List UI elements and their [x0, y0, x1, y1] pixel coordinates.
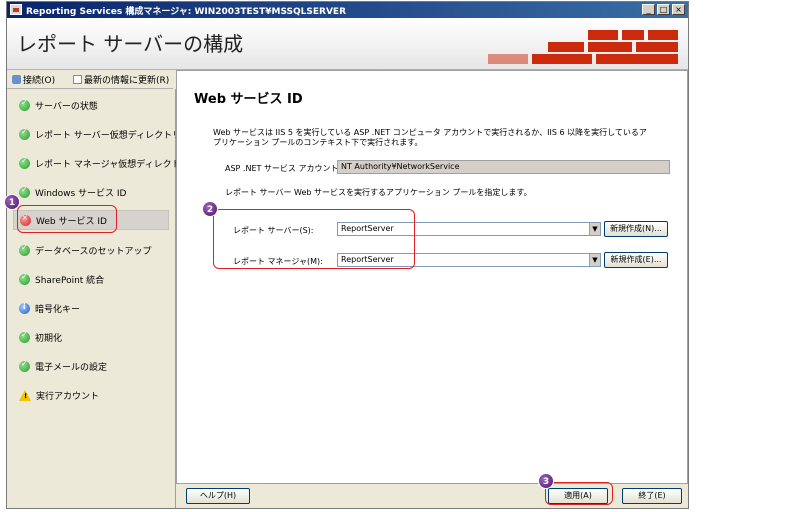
sidebar-item-execution-account[interactable]: 実行アカウント	[13, 385, 169, 405]
title-bar[interactable]: Reporting Services 構成マネージャ: WIN2003TEST¥…	[7, 2, 688, 18]
header-banner: レポート サーバーの構成	[7, 18, 688, 70]
description-text: Web サービスは IIS 5 を実行している ASP .NET コンピュータ …	[213, 128, 647, 147]
callout-badge-3: 3	[538, 473, 554, 489]
ok-icon	[19, 127, 30, 140]
page-title: レポート サーバーの構成	[17, 32, 244, 56]
asp-account-field: NT Authority¥NetworkService	[337, 160, 670, 174]
chevron-down-icon[interactable]: ▼	[589, 254, 600, 266]
brand-graphic	[488, 30, 678, 64]
warning-icon	[19, 389, 31, 401]
chevron-down-icon[interactable]: ▼	[589, 223, 600, 235]
callout-badge-1: 1	[4, 194, 20, 210]
window-title: Reporting Services 構成マネージャ: WIN2003TEST¥…	[26, 7, 347, 17]
ok-icon	[19, 185, 30, 198]
ok-icon	[19, 330, 30, 343]
sidebar-item-report-manager-vdir[interactable]: レポート マネージャ仮想ディレクトリ	[13, 153, 190, 173]
sidebar-item-sharepoint[interactable]: SharePoint 統合	[13, 269, 169, 289]
ok-icon	[19, 272, 30, 285]
sidebar-item-initialization[interactable]: 初期化	[13, 327, 169, 347]
ok-icon	[19, 98, 30, 111]
ok-icon	[19, 156, 30, 169]
maximize-button[interactable]: □	[657, 4, 670, 15]
ok-icon	[19, 243, 30, 256]
exit-button[interactable]: 終了(E)	[622, 488, 682, 504]
sidebar-item-email-settings[interactable]: 電子メールの設定	[13, 356, 169, 376]
callout-badge-2: 2	[202, 201, 218, 217]
connect-button[interactable]: 接続(O)	[12, 73, 55, 86]
ok-icon	[19, 359, 30, 372]
highlight-box-2	[213, 209, 415, 269]
sidebar-item-encryption-keys[interactable]: 暗号化キー	[13, 298, 169, 318]
content-panel: Web サービス ID Web サービスは IIS 5 を実行している ASP …	[176, 70, 688, 484]
sidebar-item-server-status[interactable]: サーバーの状態	[13, 95, 169, 115]
section-title: Web サービス ID	[194, 92, 303, 107]
sidebar: サーバーの状態 レポート サーバー仮想ディレクトリ レポート マネージャ仮想ディ…	[7, 89, 190, 508]
app-icon	[10, 4, 22, 15]
minimize-button[interactable]: _	[642, 4, 655, 15]
sidebar-item-database-setup[interactable]: データベースのセットアップ	[13, 240, 169, 260]
sidebar-item-windows-service-id[interactable]: Windows サービス ID	[13, 182, 169, 202]
sidebar-item-report-server-vdir[interactable]: レポート サーバー仮想ディレクトリ	[13, 124, 181, 144]
refresh-button[interactable]: 最新の情報に更新(R)	[73, 73, 169, 86]
close-button[interactable]: ×	[672, 4, 685, 15]
refresh-icon	[73, 75, 82, 84]
new-app-pool-button-manager[interactable]: 新規作成(E)...	[604, 252, 668, 268]
help-button[interactable]: ヘルプ(H)	[186, 488, 250, 504]
asp-account-label: ASP .NET サービス アカウント:	[225, 164, 342, 173]
new-app-pool-button-server[interactable]: 新規作成(N)...	[604, 221, 668, 237]
info-icon	[19, 302, 30, 314]
highlight-box-1	[17, 205, 117, 233]
toolbar: 接続(O) 最新の情報に更新(R)	[7, 70, 173, 89]
app-pool-instruction: レポート サーバー Web サービスを実行するアプリケーション プールを指定しま…	[225, 188, 532, 197]
highlight-box-3	[545, 482, 613, 505]
connect-icon	[12, 75, 21, 84]
